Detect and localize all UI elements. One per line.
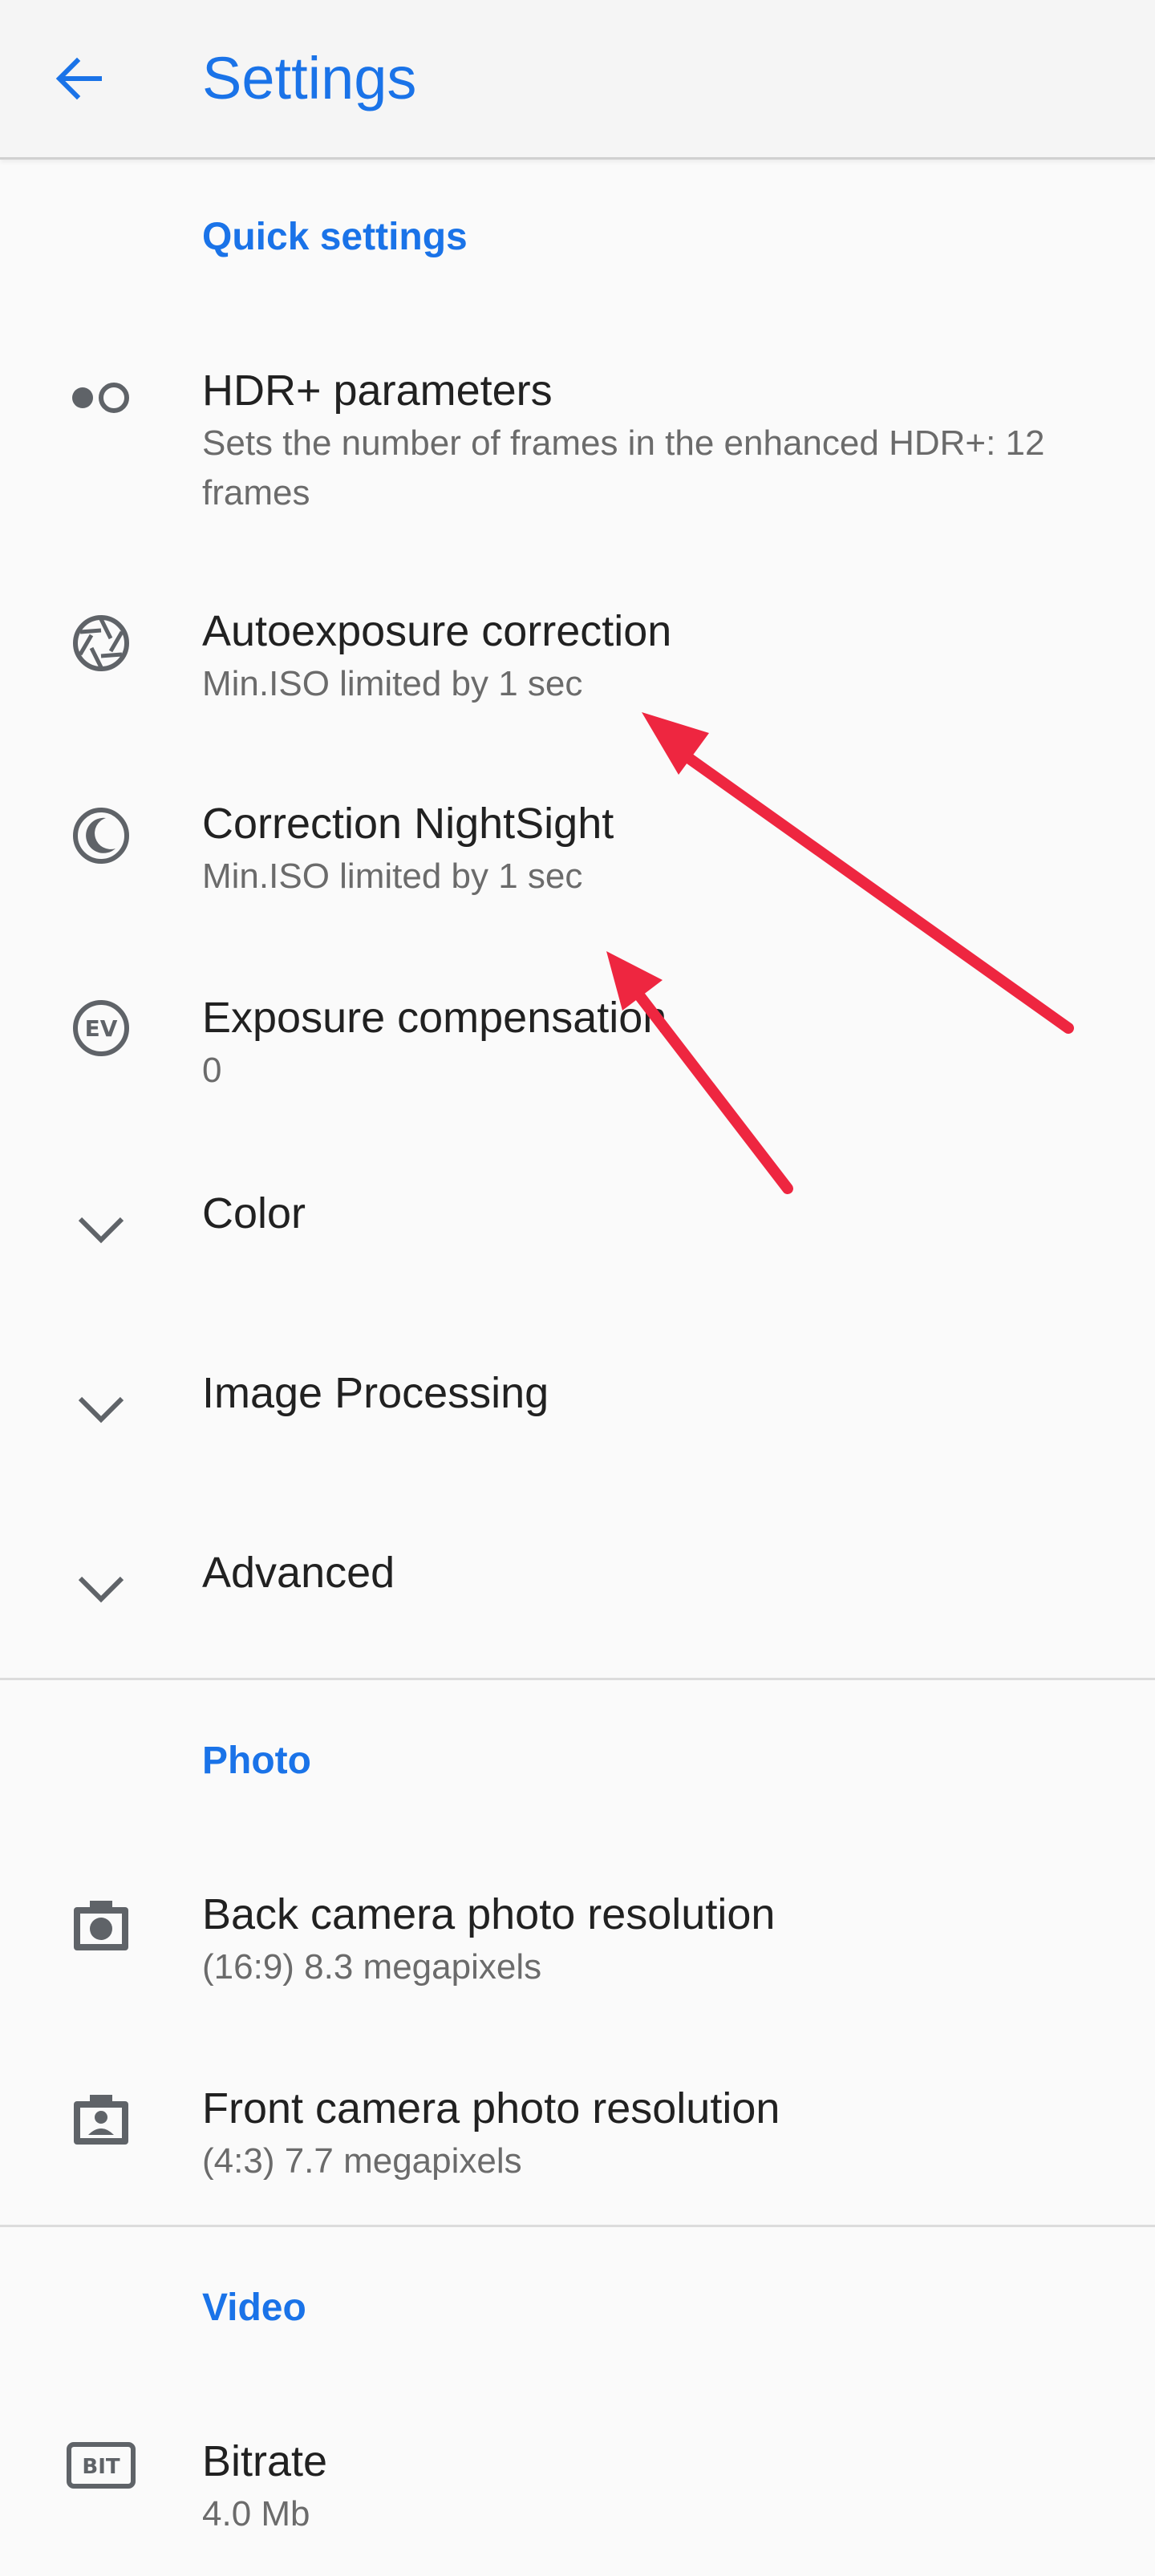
section-divider <box>0 2225 1155 2227</box>
app-bar: Settings <box>0 0 1155 160</box>
camera-icon <box>69 1894 133 1958</box>
expand-color[interactable]: Color <box>0 1179 1155 1291</box>
setting-summary: Min.ISO limited by 1 sec <box>202 857 583 896</box>
setting-correction-nightsight[interactable]: Correction NightSight Min.ISO limited by… <box>0 794 1155 938</box>
ev-icon-text: EV <box>85 1015 118 1042</box>
setting-summary: 0 <box>202 1051 222 1090</box>
setting-title: Front camera photo resolution <box>202 2084 780 2132</box>
setting-summary: Sets the number of frames in the enhance… <box>202 423 1045 512</box>
setting-summary: Min.ISO limited by 1 sec <box>202 664 583 703</box>
front-camera-icon <box>69 2088 133 2153</box>
expand-title: Advanced <box>202 1549 395 1597</box>
expand-image-processing[interactable]: Image Processing <box>0 1359 1155 1471</box>
setting-title: Correction NightSight <box>202 800 614 848</box>
expand-advanced[interactable]: Advanced <box>0 1538 1155 1651</box>
section-header-photo: Photo <box>202 1740 311 1782</box>
setting-exposure-compensation[interactable]: EV Exposure compensation 0 <box>0 988 1155 1132</box>
page-title: Settings <box>202 45 417 111</box>
setting-summary: (16:9) 8.3 megapixels <box>202 1947 542 1987</box>
back-arrow-icon[interactable] <box>53 53 104 104</box>
expand-title: Image Processing <box>202 1369 549 1417</box>
setting-title: HDR+ parameters <box>202 367 553 415</box>
chevron-down-icon <box>69 1197 133 1261</box>
setting-title: Bitrate <box>202 2437 328 2485</box>
setting-back-camera-resolution[interactable]: Back camera photo resolution (16:9) 8.3 … <box>0 1885 1155 2029</box>
setting-summary: (4:3) 7.7 megapixels <box>202 2141 522 2181</box>
aperture-icon <box>69 611 133 675</box>
setting-title: Autoexposure correction <box>202 607 672 655</box>
hdr-dots-icon <box>69 366 133 430</box>
setting-title: Back camera photo resolution <box>202 1890 776 1938</box>
setting-summary: 4.0 Mb <box>202 2494 310 2533</box>
setting-front-camera-resolution[interactable]: Front camera photo resolution (4:3) 7.7 … <box>0 2079 1155 2223</box>
expand-title: Color <box>202 1189 306 1237</box>
bitrate-icon: BIT <box>66 2438 138 2502</box>
setting-autoexposure-correction[interactable]: Autoexposure correction Min.ISO limited … <box>0 601 1155 746</box>
section-header-quick-settings: Quick settings <box>202 216 468 258</box>
setting-bitrate[interactable]: BIT Bitrate 4.0 Mb <box>0 2432 1155 2576</box>
section-header-video: Video <box>202 2286 306 2329</box>
moon-icon <box>69 804 133 868</box>
setting-hdr-parameters[interactable]: HDR+ parameters Sets the number of frame… <box>0 353 1155 529</box>
bitrate-icon-text: BIT <box>82 2455 120 2479</box>
chevron-down-icon <box>69 1556 133 1620</box>
setting-title: Exposure compensation <box>202 994 667 1042</box>
section-divider <box>0 1678 1155 1680</box>
chevron-down-icon <box>69 1376 133 1440</box>
ev-icon: EV <box>69 996 133 1060</box>
